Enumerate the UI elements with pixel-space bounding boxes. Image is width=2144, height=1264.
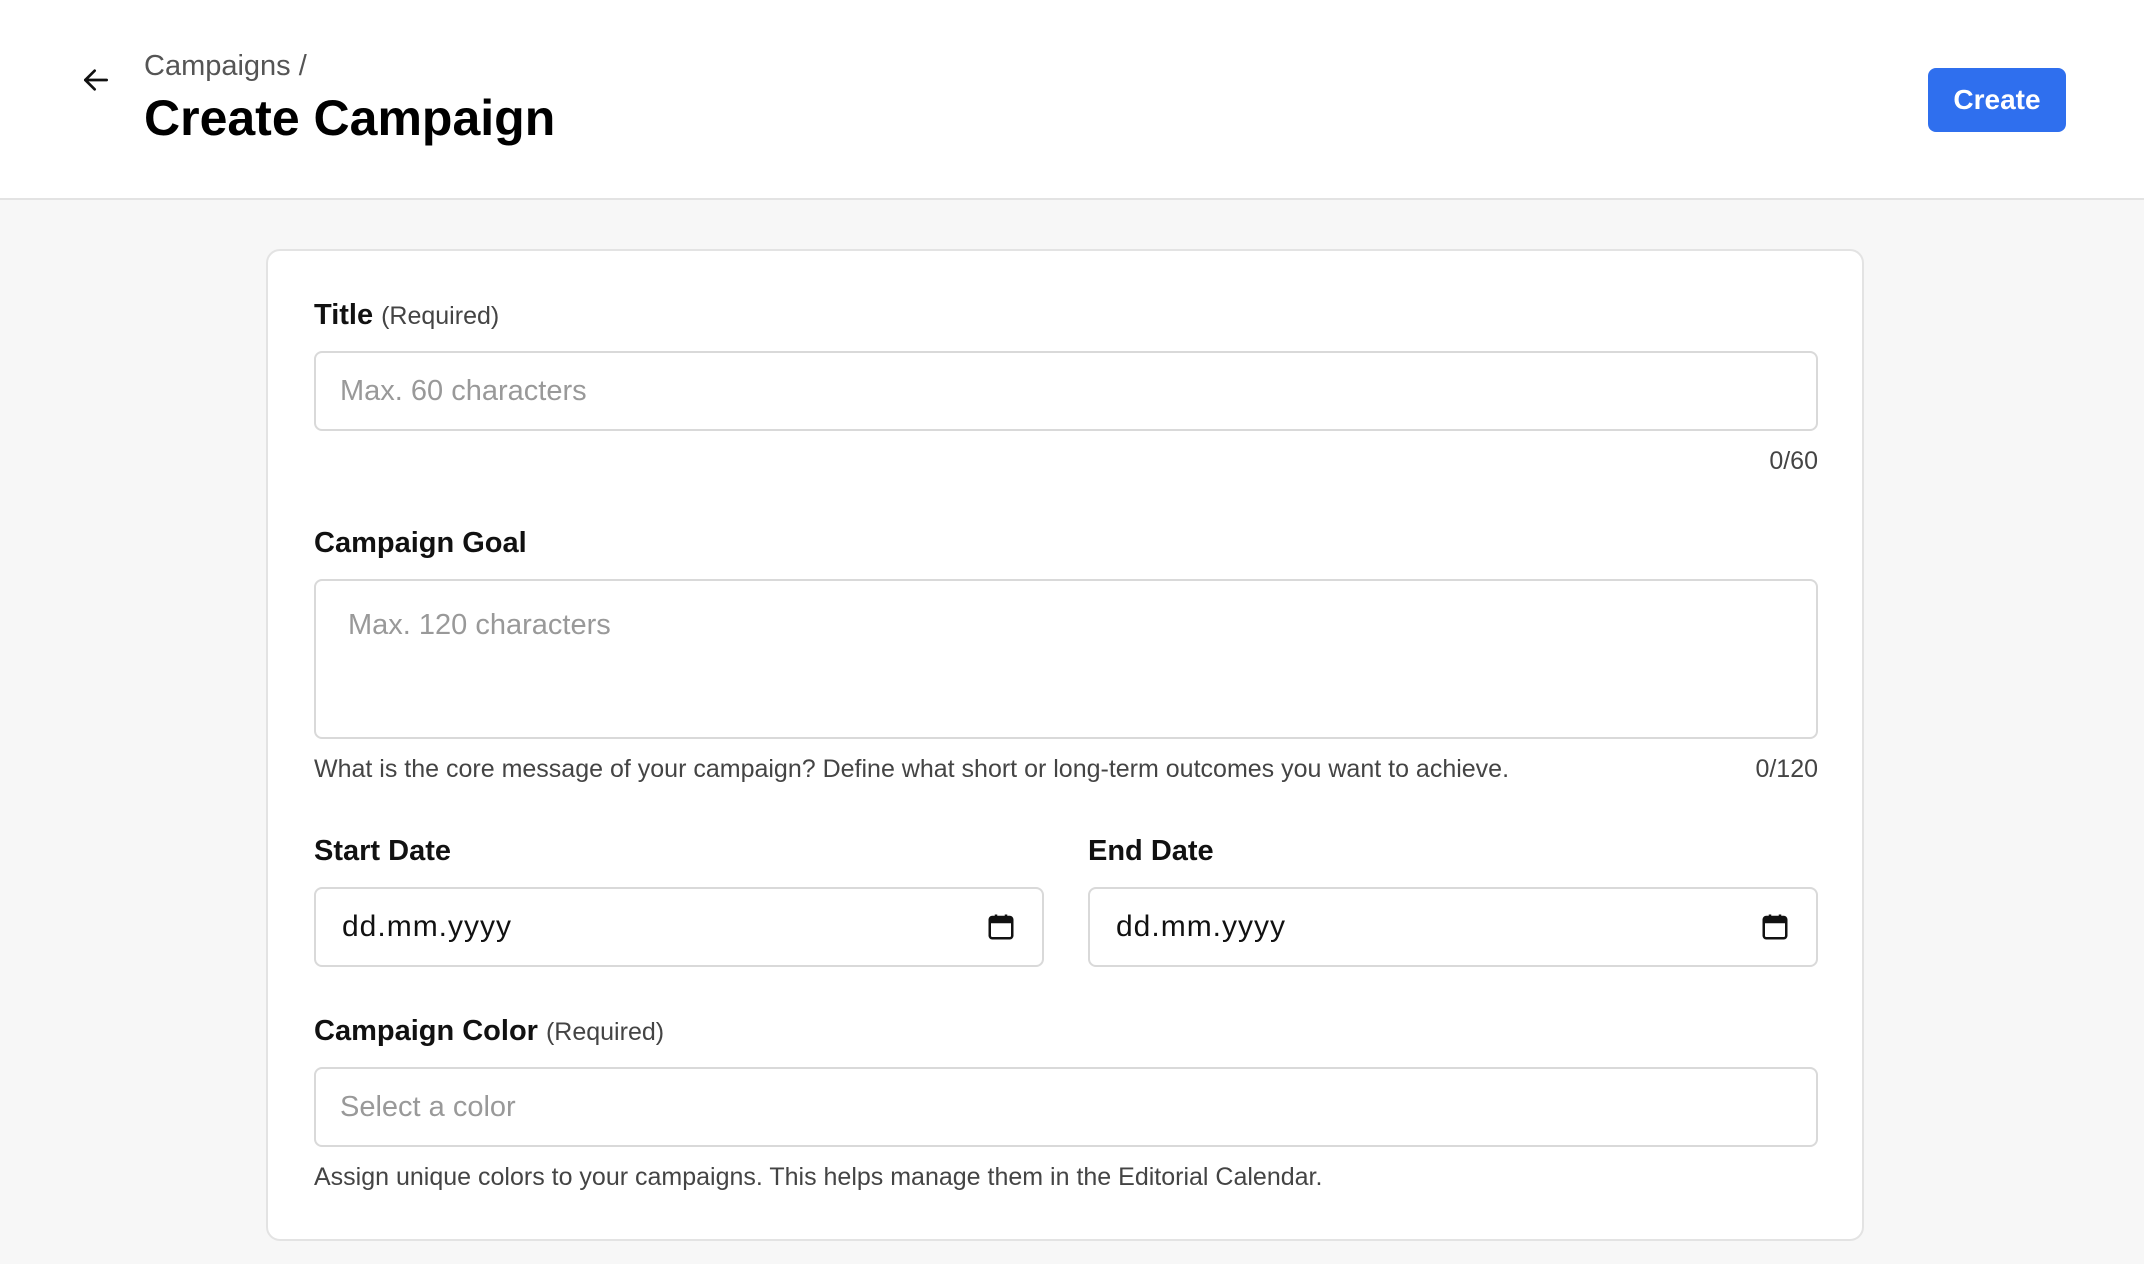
start-date-label: Start Date xyxy=(314,835,451,867)
title-label: Title (Required) xyxy=(314,297,499,334)
color-select[interactable]: Select a color xyxy=(314,1067,1818,1147)
start-date-input[interactable]: dd.mm.yyyy xyxy=(314,887,1044,967)
campaign-form-card: Title(Required) 0/60 Campaign Goal What … xyxy=(266,249,1864,1241)
start-date-value: dd.mm.yyyy xyxy=(342,910,513,943)
title-label-text: Title xyxy=(314,299,374,331)
goal-label: Campaign Goal xyxy=(314,527,527,559)
title-counter: 0/60 xyxy=(1769,447,1818,475)
create-button[interactable]: Create xyxy=(1928,68,2066,132)
page-header: Campaigns / Create Campaign Create xyxy=(0,0,2144,200)
breadcrumb[interactable]: Campaigns / xyxy=(144,48,307,84)
color-label-text: Campaign Color xyxy=(314,1015,538,1047)
arrow-left-icon xyxy=(84,69,108,91)
title-input[interactable] xyxy=(314,351,1818,431)
end-date-value: dd.mm.yyyy xyxy=(1116,910,1287,943)
title-required-note: (Required) xyxy=(381,302,500,330)
back-button[interactable] xyxy=(76,60,116,100)
end-date-label: End Date xyxy=(1088,835,1214,867)
calendar-icon[interactable] xyxy=(986,912,1016,942)
color-required-note: (Required) xyxy=(545,1018,665,1046)
color-label: Campaign Color (Required) xyxy=(314,1013,664,1050)
color-select-placeholder: Select a color xyxy=(340,1090,516,1123)
color-hint: Assign unique colors to your campaigns. … xyxy=(314,1163,1323,1191)
goal-textarea[interactable] xyxy=(314,579,1818,739)
goal-hint: What is the core message of your campaig… xyxy=(314,755,1510,783)
calendar-icon[interactable] xyxy=(1760,912,1790,942)
end-date-input[interactable]: dd.mm.yyyy xyxy=(1088,887,1818,967)
page-title: Create Campaign xyxy=(144,90,556,146)
goal-counter: 0/120 xyxy=(1755,755,1818,783)
